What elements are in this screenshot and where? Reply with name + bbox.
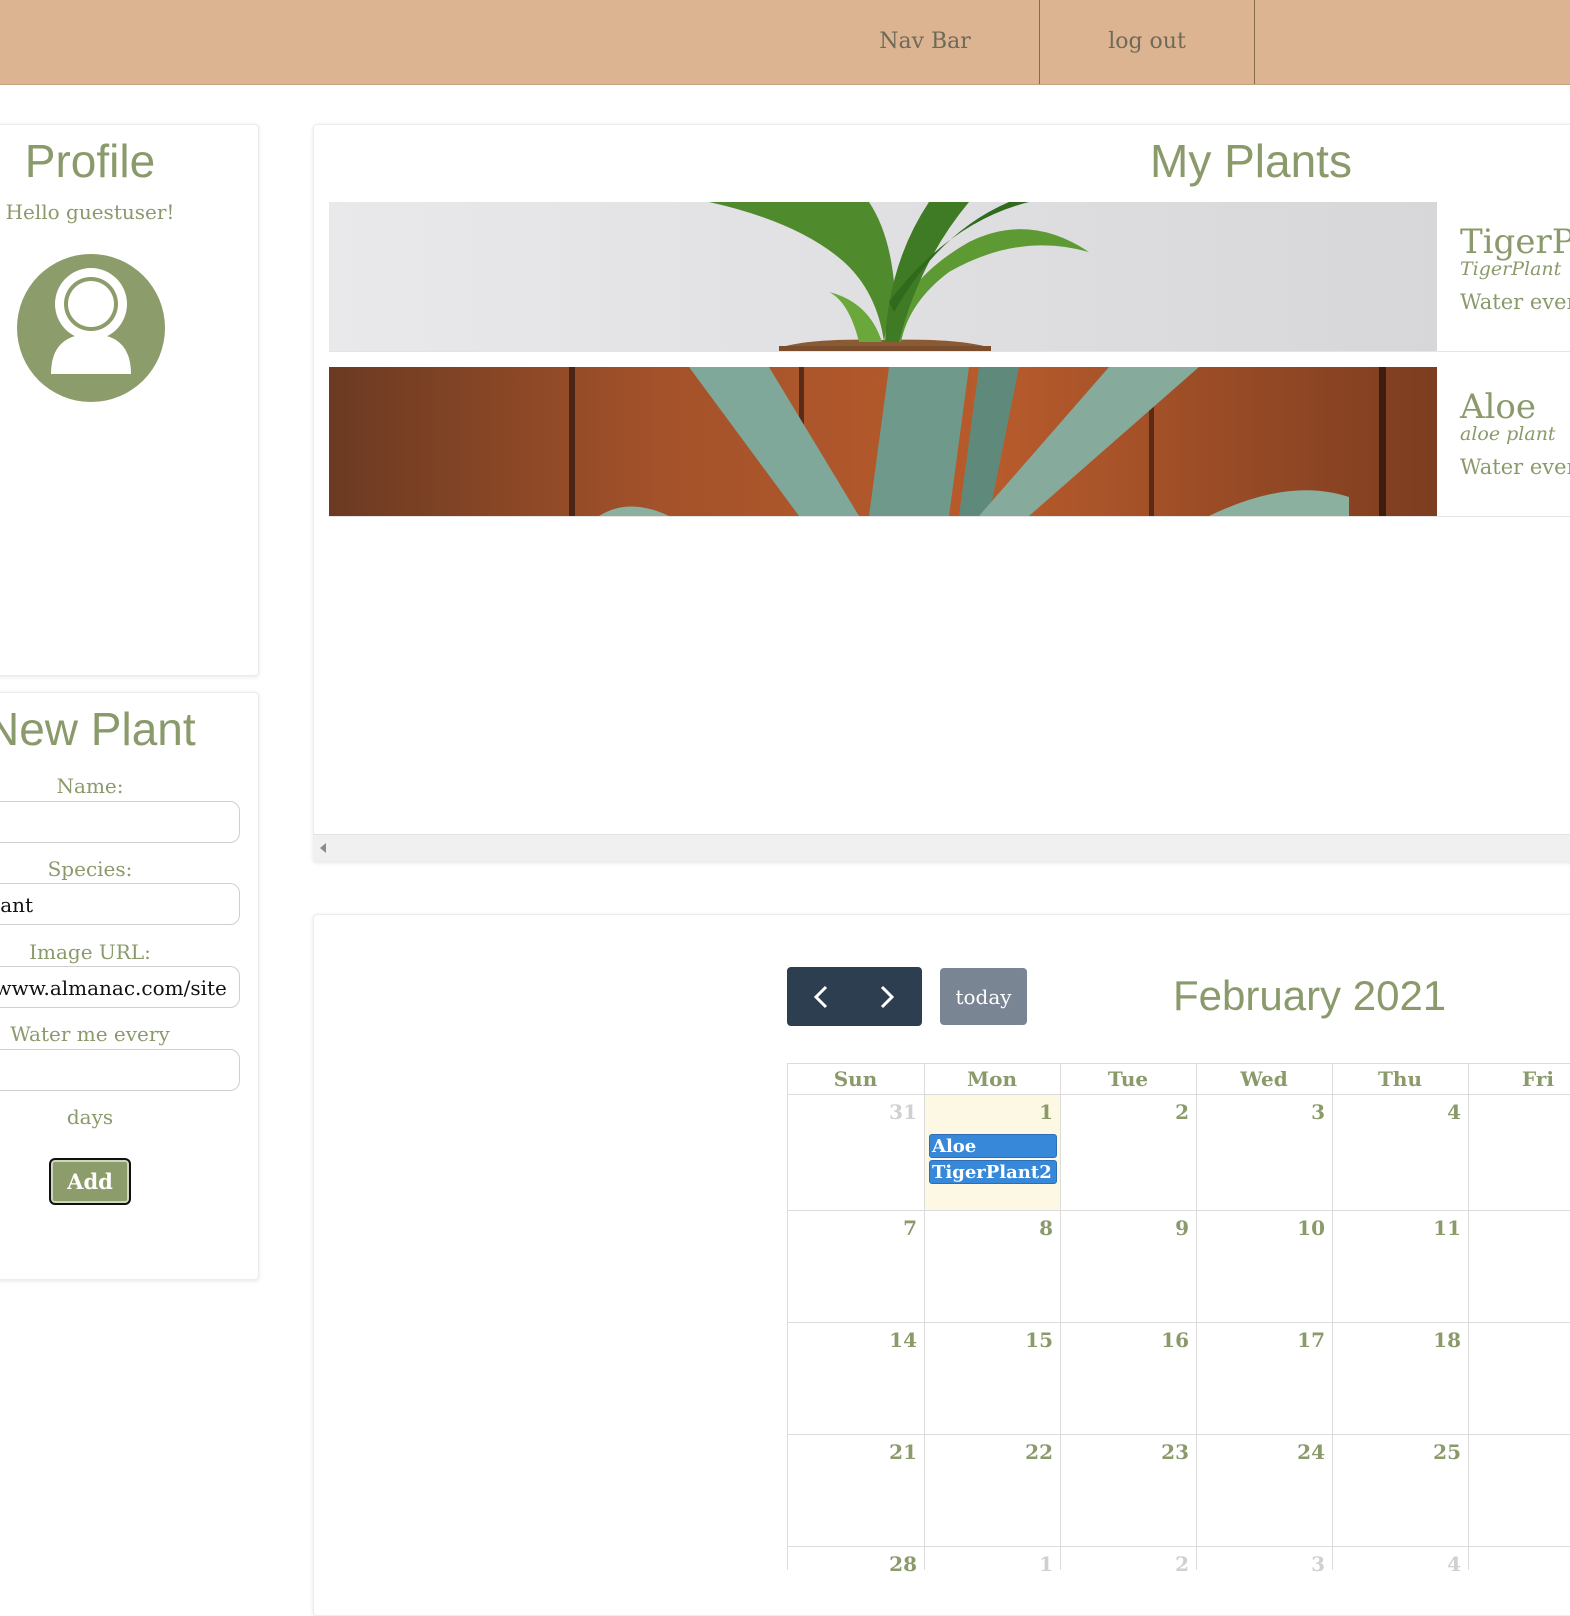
day-number[interactable]: 28 [797,1552,917,1576]
species-label: Species: [47,857,133,881]
weekday-header: Mon [966,1067,1018,1091]
day-number[interactable]: 11 [1341,1216,1461,1240]
plant-water: Water every [1460,290,1570,314]
grid-line [787,1094,1570,1095]
profile-title: Profile [24,135,156,187]
name-label: Name: [56,774,124,798]
day-number[interactable]: 8 [933,1216,1053,1240]
calendar-event[interactable]: Aloe [929,1134,1057,1158]
image-url-label: Image URL: [29,940,151,964]
day-number[interactable]: 14 [797,1328,917,1352]
day-number[interactable]: 4 [1341,1100,1461,1124]
day-number[interactable]: 4 [1341,1552,1461,1576]
plant-name: TigerPl [1460,222,1570,262]
water-label: Water me every [10,1022,170,1046]
day-number[interactable]: 15 [933,1328,1053,1352]
image-url-value: //www.almanac.com/site [0,976,227,1000]
name-field[interactable] [0,801,240,843]
grid-line [924,1063,925,1570]
grid-line [787,1322,1570,1323]
plant-card-tigerplant[interactable]: TigerPl TigerPlant Water every [329,202,1570,352]
chevron-right-icon [880,985,895,1009]
species-value: plant [0,893,34,917]
weekday-header: Thu [1378,1067,1422,1091]
nav-bar: Nav Bar log out [0,0,1570,85]
plant-card-aloe[interactable]: Aloe aloe plant Water every [329,367,1570,517]
day-number[interactable]: 7 [797,1216,917,1240]
image-url-field[interactable]: //www.almanac.com/site [0,966,240,1008]
add-plant-button[interactable]: Add [49,1158,131,1205]
grid-line [1196,1063,1197,1570]
calendar-prev-button[interactable] [787,967,854,1026]
days-label: days [66,1105,114,1129]
day-number[interactable]: 10 [1205,1216,1325,1240]
weekday-header: Fri [1522,1067,1554,1091]
grid-line [1332,1063,1333,1570]
plant-species: aloe plant [1460,423,1556,445]
grid-line [787,1434,1570,1435]
plant-species: TigerPlant [1460,258,1562,280]
weekday-header: Tue [1107,1067,1149,1091]
water-days-field[interactable] [0,1049,240,1091]
day-number[interactable]: 21 [797,1440,917,1464]
grid-line [787,1546,1570,1547]
calendar-today-button[interactable]: today [940,968,1027,1025]
nav-divider [1254,0,1255,84]
day-number[interactable]: 31 [797,1100,917,1124]
day-number[interactable]: 18 [1341,1328,1461,1352]
species-field[interactable]: plant [0,883,240,925]
day-number[interactable]: 3 [1205,1100,1325,1124]
calendar-next-button[interactable] [854,967,921,1026]
day-number[interactable]: 17 [1205,1328,1325,1352]
horizontal-scrollbar[interactable] [313,834,1570,861]
grid-line [787,1210,1570,1211]
nav-title[interactable]: Nav Bar [850,0,1000,84]
grid-line [787,1063,788,1570]
chevron-left-icon [813,985,828,1009]
plant-image [329,367,1437,516]
day-number[interactable]: 2 [1069,1552,1189,1576]
my-plants-title: My Plants [1150,135,1352,187]
user-icon [51,268,131,374]
weekday-header: Wed [1240,1067,1288,1091]
grid-line [1060,1063,1061,1570]
scroll-left-arrow-icon[interactable] [313,835,333,861]
avatar [17,254,165,402]
day-number[interactable]: 16 [1069,1328,1189,1352]
plant-water: Water every [1460,455,1570,479]
day-number[interactable]: 25 [1341,1440,1461,1464]
profile-greeting: Hello guestuser! [5,200,175,224]
calendar-nav-group [787,967,922,1026]
grid-line [1468,1063,1469,1570]
new-plant-title: New Plant [0,703,196,755]
weekday-header: Sun [833,1067,878,1091]
day-number[interactable]: 3 [1205,1552,1325,1576]
day-number[interactable]: 22 [933,1440,1053,1464]
day-number[interactable]: 2 [1069,1100,1189,1124]
logout-link[interactable]: log out [1040,0,1254,84]
day-number[interactable]: 1 [933,1552,1053,1576]
calendar-event[interactable]: TigerPlant2 [929,1160,1057,1184]
day-number[interactable]: 1 [933,1100,1053,1124]
plant-image [329,202,1437,351]
day-number[interactable]: 24 [1205,1440,1325,1464]
calendar-title: February 2021 [1173,972,1447,1019]
day-number[interactable]: 23 [1069,1440,1189,1464]
plant-name: Aloe [1460,387,1537,427]
day-number[interactable]: 9 [1069,1216,1189,1240]
